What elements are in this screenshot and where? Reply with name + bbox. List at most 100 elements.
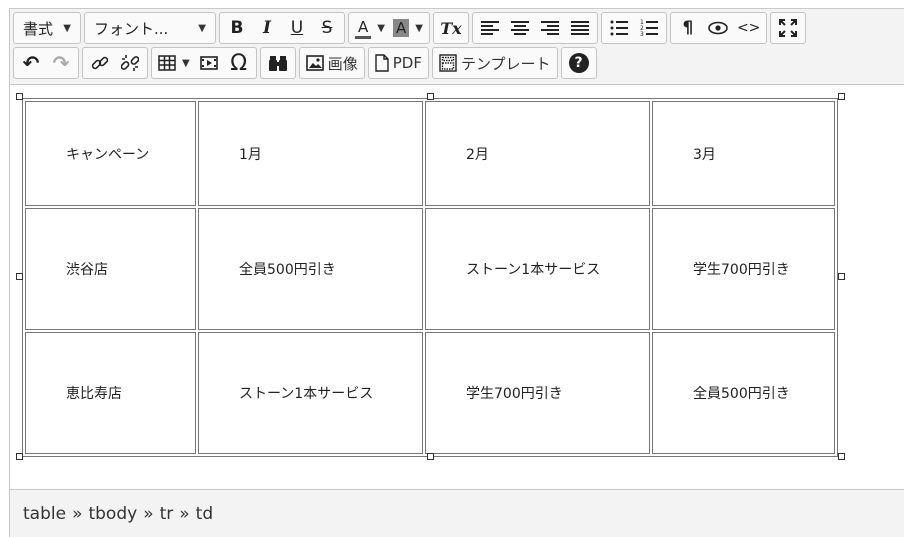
show-blocks-button[interactable]: ¶ — [674, 14, 702, 42]
help-icon: ? — [568, 53, 589, 73]
align-left-button[interactable] — [476, 14, 504, 42]
align-center-button[interactable] — [506, 14, 534, 42]
align-left-icon — [480, 21, 499, 35]
font-dropdown-label: フォント... — [94, 19, 169, 38]
history-group: ↶ ↷ — [13, 47, 79, 79]
insert-group: ▼ Ω — [151, 47, 257, 79]
bullet-list-button[interactable] — [605, 14, 633, 42]
format-dropdown[interactable]: 書式 ▼ — [17, 14, 77, 42]
pdf-button-label: PDF — [392, 54, 422, 72]
redo-button[interactable]: ↷ — [47, 49, 75, 77]
table-cell[interactable]: 渋谷店 — [25, 208, 196, 330]
help-button[interactable]: ? — [565, 49, 593, 77]
table-cell[interactable]: 2月 — [425, 101, 650, 206]
path-separator: » — [179, 504, 190, 524]
background-color-icon: A — [392, 19, 410, 37]
svg-text:3: 3 — [640, 31, 644, 37]
table-icon — [158, 55, 176, 71]
table-cell[interactable]: キャンペーン — [25, 101, 196, 206]
format-dropdown-label: 書式 — [23, 19, 54, 38]
table-cell[interactable]: ストーン1本サービス — [198, 332, 423, 454]
resize-handle[interactable] — [16, 93, 23, 100]
table-row: 渋谷店 全員500円引き ストーン1本サービス 学生700円引き — [25, 208, 835, 330]
path-item-tbody[interactable]: tbody — [88, 504, 137, 524]
path-item-tr[interactable]: tr — [160, 504, 174, 524]
template-button-label: テンプレート — [460, 54, 551, 73]
table-cell[interactable]: 全員500円引き — [198, 208, 423, 330]
chevron-down-icon: ▼ — [198, 22, 206, 34]
fullscreen-button[interactable] — [774, 14, 802, 42]
bold-button[interactable]: B — [223, 14, 251, 42]
binoculars-icon — [268, 56, 287, 71]
align-justify-icon — [570, 21, 589, 35]
numbered-list-icon: 123 — [640, 19, 658, 37]
special-char-button[interactable]: Ω — [225, 49, 253, 77]
path-item-table[interactable]: table — [23, 504, 66, 524]
table-button[interactable]: ▼ — [155, 49, 193, 77]
chevron-down-icon: ▼ — [182, 57, 190, 69]
align-justify-button[interactable] — [566, 14, 594, 42]
help-group: ? — [560, 47, 597, 79]
bullet-list-icon — [610, 20, 628, 36]
find-replace-button[interactable] — [264, 49, 292, 77]
align-right-icon — [540, 21, 559, 35]
resize-handle[interactable] — [16, 273, 23, 280]
resize-handle[interactable] — [838, 93, 845, 100]
table-cell[interactable]: 学生700円引き — [425, 332, 650, 454]
path-separator: » — [72, 504, 83, 524]
content-table[interactable]: キャンペーン 1月 2月 3月 渋谷店 全員500円引き ストーン1本サービス 学生700円引… — [22, 98, 838, 457]
table-cell[interactable]: 全員500円引き — [652, 332, 835, 454]
chevron-down-icon: ▼ — [63, 22, 71, 34]
resize-handle[interactable] — [838, 453, 845, 460]
link-group — [82, 47, 148, 79]
align-center-icon — [510, 21, 529, 35]
pdf-button[interactable]: PDF — [372, 49, 425, 77]
table-cell[interactable]: 学生700円引き — [652, 208, 835, 330]
font-color-button[interactable]: A ▼ — [352, 14, 388, 42]
resize-handle[interactable] — [16, 453, 23, 460]
link-icon — [91, 56, 109, 70]
table-cell[interactable]: 恵比寿店 — [25, 332, 196, 454]
pdf-group: PDF — [367, 47, 429, 79]
template-button[interactable]: テンプレート — [436, 49, 554, 77]
table-cell[interactable]: ストーン1本サービス — [425, 208, 650, 330]
align-right-button[interactable] — [536, 14, 564, 42]
image-button-label: 画像 — [327, 54, 358, 73]
background-color-button[interactable]: A ▼ — [390, 14, 426, 42]
table-row: キャンペーン 1月 2月 3月 — [25, 101, 835, 206]
strikethrough-button[interactable]: S — [313, 14, 341, 42]
editor-content-area[interactable]: キャンペーン 1月 2月 3月 渋谷店 全員500円引き ストーン1本サービス 学生700円引… — [10, 86, 904, 489]
resize-handle[interactable] — [427, 93, 434, 100]
pilcrow-icon: ¶ — [682, 18, 694, 38]
media-button[interactable] — [195, 49, 223, 77]
fullscreen-group — [770, 12, 807, 44]
color-group: A ▼ A ▼ — [348, 12, 430, 44]
resize-handle[interactable] — [838, 273, 845, 280]
undo-button[interactable]: ↶ — [17, 49, 45, 77]
table-cell[interactable]: 3月 — [652, 101, 835, 206]
template-group: テンプレート — [431, 47, 558, 79]
unlink-button[interactable] — [116, 49, 144, 77]
list-group: 123 — [600, 12, 667, 44]
table-cell[interactable]: 1月 — [198, 101, 423, 206]
font-dropdown[interactable]: フォント... ▼ — [88, 14, 212, 42]
code-icon: <> — [736, 20, 761, 36]
image-button[interactable]: 画像 — [303, 49, 361, 77]
toolbar-row-1: 書式 ▼ フォント... ▼ B I U S A ▼ A ▼ Tx 1 2 3 … — [13, 12, 807, 44]
numbered-list-button[interactable]: 123 — [635, 14, 663, 42]
table-body: キャンペーン 1月 2月 3月 渋谷店 全員500円引き ストーン1本サービス 学生700円引… — [25, 101, 835, 454]
italic-button[interactable]: I — [253, 14, 281, 42]
underline-button[interactable]: U — [283, 14, 311, 42]
clear-format-button[interactable]: Tx — [437, 14, 465, 42]
undo-icon: ↶ — [22, 51, 40, 75]
view-group: ¶ <> — [669, 12, 768, 44]
chevron-down-icon: ▼ — [377, 22, 385, 34]
unlink-icon — [121, 55, 139, 71]
resize-handle[interactable] — [427, 453, 434, 460]
source-code-button[interactable]: <> — [734, 14, 763, 42]
link-button[interactable] — [86, 49, 114, 77]
preview-button[interactable] — [704, 14, 732, 42]
align-group — [471, 12, 598, 44]
image-group: 画像 — [298, 47, 365, 79]
path-item-td[interactable]: td — [196, 504, 213, 524]
